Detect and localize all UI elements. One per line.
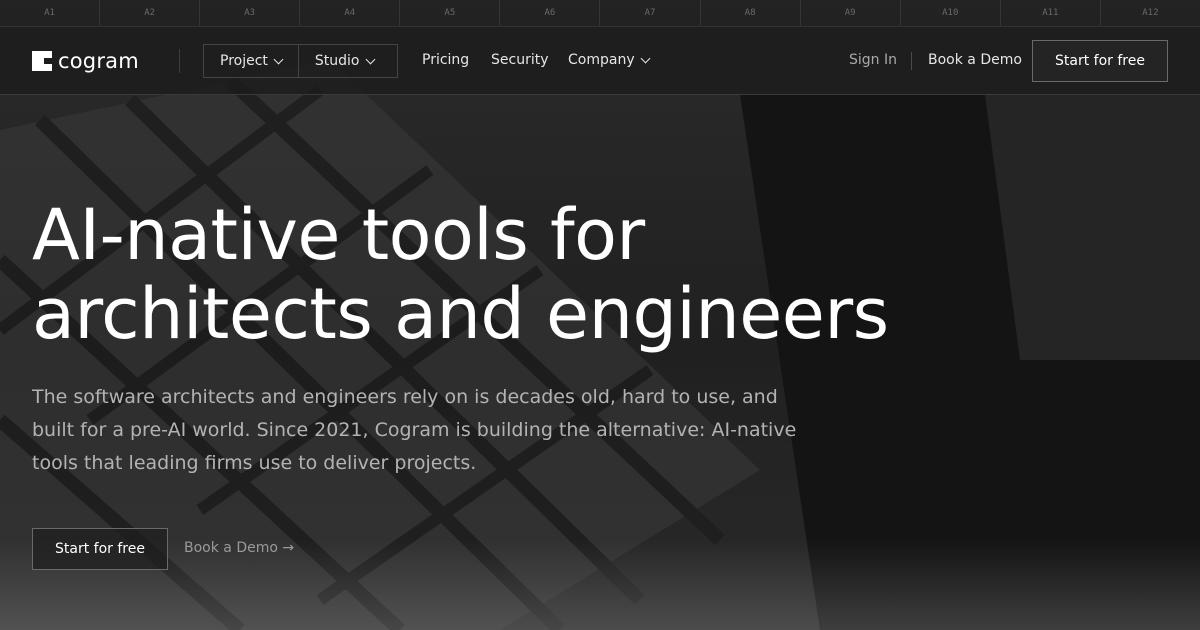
ruler-cell: A11 bbox=[1001, 0, 1101, 26]
hero-start-for-free-button[interactable]: Start for free bbox=[32, 528, 168, 570]
hero-description: The software architects and engineers re… bbox=[32, 386, 797, 474]
ruler-cell: A7 bbox=[600, 0, 701, 26]
chevron-down-icon bbox=[640, 53, 651, 63]
nav-link-security[interactable]: Security bbox=[491, 52, 549, 68]
menu-studio-label: Studio bbox=[314, 53, 360, 69]
ruler-cell: A3 bbox=[200, 0, 301, 26]
hero-headline-line-2: architects and engineers bbox=[32, 273, 889, 355]
book-demo-link[interactable]: Book a Demo bbox=[928, 52, 1022, 68]
product-menu-group: Project Studio bbox=[203, 44, 398, 78]
chevron-down-icon bbox=[365, 54, 375, 64]
ruler-cell: A9 bbox=[801, 0, 901, 26]
ruler-cell: A1 bbox=[0, 0, 101, 26]
hero-book-demo-link[interactable]: Book a Demo → bbox=[184, 540, 294, 556]
nav-link-company[interactable]: Company bbox=[568, 52, 651, 68]
brand-logo[interactable]: cogram bbox=[32, 49, 139, 73]
ruler-cell: A2 bbox=[100, 0, 201, 26]
start-for-free-button[interactable]: Start for free bbox=[1032, 40, 1168, 82]
grid-ruler: A1 A2 A3 A4 A5 A6 A7 A8 A9 A10 A11 A12 bbox=[0, 0, 1200, 27]
menu-project-label: Project bbox=[220, 53, 268, 69]
bottom-fade bbox=[0, 540, 1200, 630]
menu-studio[interactable]: Studio bbox=[297, 45, 390, 77]
nav-link-company-label: Company bbox=[568, 52, 635, 68]
hero-headline: AI-native tools for architects and engin… bbox=[32, 196, 932, 354]
cogram-logo-icon bbox=[32, 51, 52, 71]
brand-name: cogram bbox=[58, 49, 139, 73]
ruler-cell: A6 bbox=[500, 0, 601, 26]
ruler-cell: A5 bbox=[400, 0, 501, 26]
sign-in-link[interactable]: Sign In bbox=[849, 52, 897, 68]
chevron-down-icon bbox=[273, 54, 284, 64]
nav-divider bbox=[911, 52, 912, 70]
hero-headline-line-1: AI-native tools for bbox=[32, 194, 645, 276]
ruler-cell: A8 bbox=[701, 0, 801, 26]
nav-link-pricing[interactable]: Pricing bbox=[422, 52, 469, 68]
top-navigation: cogram Project Studio Pricing Security C… bbox=[0, 27, 1200, 95]
menu-project[interactable]: Project bbox=[204, 45, 298, 77]
ruler-cell: A12 bbox=[1142, 8, 1159, 18]
ruler-cell: A4 bbox=[300, 0, 401, 26]
ruler-cell: A10 bbox=[901, 0, 1001, 26]
nav-divider bbox=[179, 49, 180, 73]
